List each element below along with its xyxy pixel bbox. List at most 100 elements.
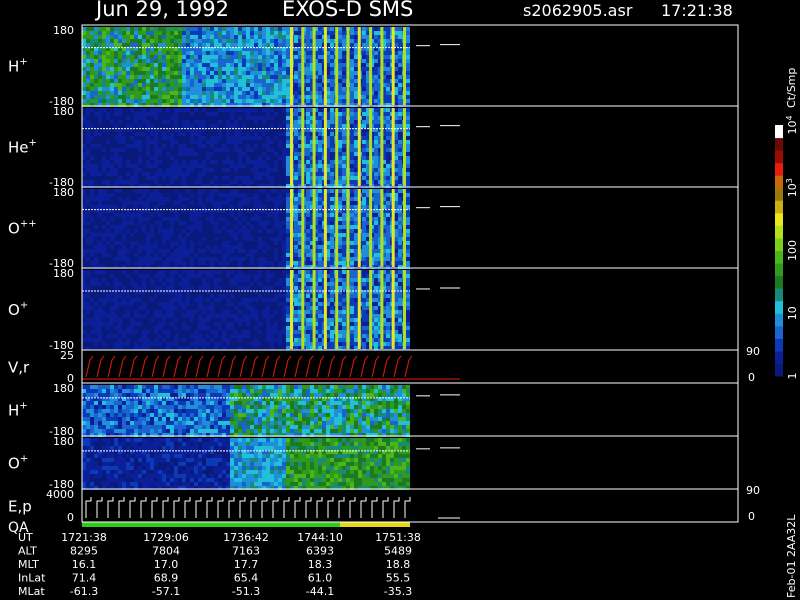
colorbar-swatch bbox=[775, 275, 783, 289]
panel-4: V,r250900 bbox=[8, 345, 760, 385]
orbit-row-label: InLat bbox=[18, 572, 46, 585]
colorbar-swatch bbox=[775, 225, 783, 239]
panel-label-sup: ++ bbox=[20, 219, 37, 230]
colorbar-tick-exp: 4 bbox=[785, 115, 794, 120]
y-tick-max: 180 bbox=[53, 186, 74, 199]
colorbar-swatch bbox=[775, 250, 783, 264]
sms-spectrogram-plot: Jun 29, 1992 EXOS-D SMS s2062905.asr 17:… bbox=[8, 0, 799, 598]
colorbar-swatch bbox=[775, 175, 783, 189]
y-tick-max: 4000 bbox=[46, 488, 74, 501]
orbit-cell: -35.3 bbox=[384, 585, 412, 598]
panel-3: O+180-180 bbox=[8, 267, 739, 352]
colorbar-swatch bbox=[775, 263, 783, 277]
colorbar-unit: Ct/Smp bbox=[785, 68, 798, 108]
colorbar-swatch bbox=[775, 125, 783, 139]
colorbar-tick: 103 bbox=[785, 178, 799, 197]
colorbar-tick: 10 bbox=[786, 306, 799, 320]
header: Jun 29, 1992 EXOS-D SMS s2062905.asr 17:… bbox=[94, 0, 733, 21]
panel-label-sup: + bbox=[20, 454, 28, 465]
orbit-cell: 55.5 bbox=[386, 572, 411, 585]
orbit-cell: 18.3 bbox=[308, 558, 333, 571]
orbit-cell: 65.4 bbox=[234, 572, 259, 585]
colorbar-swatch bbox=[775, 363, 783, 377]
panel-label: H+ bbox=[8, 401, 28, 420]
orbit-cell: 61.0 bbox=[308, 572, 333, 585]
panel-label: V,r bbox=[8, 359, 30, 377]
plot-time: 17:21:38 bbox=[661, 1, 733, 20]
colorbar-swatch bbox=[775, 325, 783, 339]
y-tick-max: 180 bbox=[53, 435, 74, 448]
colorbar: Ct/Smp 1 10 100 103 104 bbox=[775, 68, 799, 380]
panels: H+180-180He+180-180O++180-180O+180-180V,… bbox=[8, 24, 760, 536]
orbit-row-label: ALT bbox=[18, 545, 37, 558]
panel-label-sup: + bbox=[29, 138, 37, 149]
panel-label: O+ bbox=[8, 454, 28, 473]
orbit-cell: 7163 bbox=[232, 545, 260, 558]
orbit-cell: 7804 bbox=[152, 545, 180, 558]
orbit-cell: -61.3 bbox=[70, 585, 98, 598]
panel-label: H+ bbox=[8, 57, 28, 76]
plot-file: s2062905.asr bbox=[523, 1, 633, 20]
orbit-cell: 1744:10 bbox=[297, 531, 343, 544]
orbit-row-label: UT bbox=[18, 531, 33, 544]
orbit-cell: 16.1 bbox=[72, 558, 97, 571]
orbit-cell: 1736:42 bbox=[223, 531, 269, 544]
colorbar-swatch bbox=[775, 350, 783, 364]
orbit-cell: 6393 bbox=[306, 545, 334, 558]
colorbar-swatch bbox=[775, 150, 783, 164]
orbit-cell: 8295 bbox=[70, 545, 98, 558]
colorbar-tick-exp: 3 bbox=[785, 178, 794, 183]
plot-date: Jun 29, 1992 bbox=[94, 0, 229, 21]
y2-tick-max: 90 bbox=[746, 484, 760, 497]
orbit-cell: -51.3 bbox=[232, 585, 260, 598]
y-tick-max: 180 bbox=[53, 382, 74, 395]
panel-7: E,pQA40000900 bbox=[8, 484, 760, 536]
colorbar-swatch bbox=[775, 300, 783, 314]
panel-label: O++ bbox=[8, 219, 37, 238]
colorbar-swatch bbox=[775, 212, 783, 226]
orbit-cell: -57.1 bbox=[152, 585, 180, 598]
panel-label: O+ bbox=[8, 300, 28, 319]
colorbar-swatch bbox=[775, 137, 783, 151]
orbit-cell: -44.1 bbox=[306, 585, 334, 598]
colorbar-swatch bbox=[775, 162, 783, 176]
colorbar-tick: 100 bbox=[786, 240, 799, 261]
panel-0: H+180-180 bbox=[8, 24, 739, 108]
plot-instrument: EXOS-D SMS bbox=[282, 0, 413, 21]
orbit-row-label: MLat bbox=[18, 585, 45, 598]
colorbar-tick: 104 bbox=[785, 115, 799, 134]
y-tick-max: 25 bbox=[60, 349, 74, 362]
orbit-row-label: MLT bbox=[18, 558, 39, 571]
colorbar-swatch bbox=[775, 288, 783, 302]
panel-6: O+180-180 bbox=[8, 435, 739, 491]
y2-tick-max: 90 bbox=[746, 345, 760, 358]
orbit-cell: 5489 bbox=[384, 545, 412, 558]
orbit-cell: 1751:38 bbox=[375, 531, 421, 544]
y-tick-max: 180 bbox=[53, 24, 74, 37]
panel-2: O++180-180 bbox=[8, 186, 739, 270]
footer-stamp: Feb-01 2AA32L bbox=[785, 514, 798, 598]
y-tick-max: 180 bbox=[53, 105, 74, 118]
colorbar-swatch bbox=[775, 338, 783, 352]
y-tick-min: 0 bbox=[67, 511, 74, 524]
colorbar-swatch bbox=[775, 187, 783, 201]
panel-label-sup: + bbox=[19, 401, 27, 412]
orbit-cell: 1721:38 bbox=[61, 531, 107, 544]
orbit-cell: 17.7 bbox=[234, 558, 259, 571]
orbit-table: UT 1721:38 1729:06 1736:42 1744:10 1751:38 ALT… bbox=[18, 531, 421, 598]
panel-label: He+ bbox=[8, 138, 37, 157]
orbit-cell: 17.0 bbox=[154, 558, 179, 571]
panel-label-sup: + bbox=[19, 57, 27, 68]
orbit-cell: 1729:06 bbox=[143, 531, 189, 544]
panel-5: H+180-180 bbox=[8, 382, 739, 438]
orbit-cell: 68.9 bbox=[154, 572, 179, 585]
panel-label-sup: + bbox=[20, 300, 28, 311]
orbit-cell: 18.8 bbox=[386, 558, 411, 571]
colorbar-swatch bbox=[775, 313, 783, 327]
panel-label: E,p bbox=[8, 498, 32, 516]
orbit-cell: 71.4 bbox=[72, 572, 97, 585]
colorbar-swatch bbox=[775, 237, 783, 251]
y-tick-max: 180 bbox=[53, 267, 74, 280]
y2-tick-min: 0 bbox=[748, 510, 755, 523]
colorbar-swatch bbox=[775, 200, 783, 214]
